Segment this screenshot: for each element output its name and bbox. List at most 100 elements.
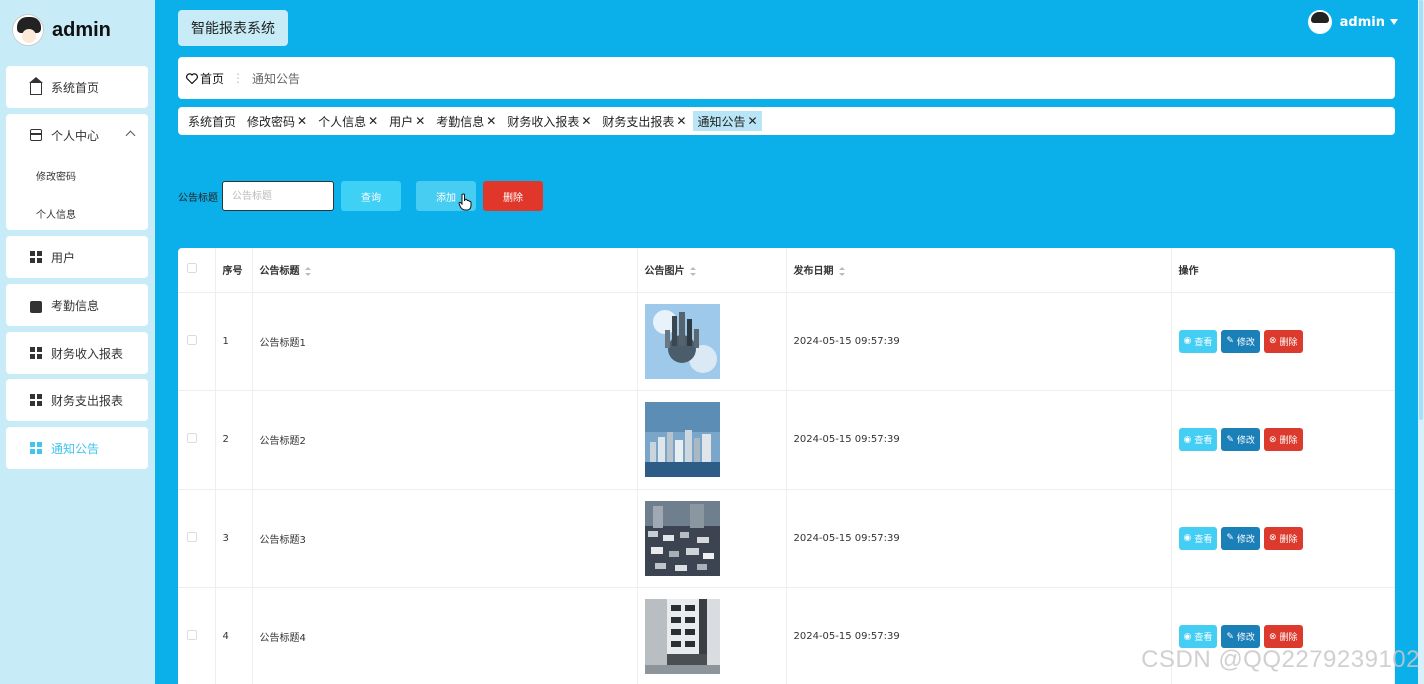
search-label: 公告标题 xyxy=(178,192,218,204)
col-date[interactable]: 发布日期 xyxy=(786,248,1172,293)
avatar xyxy=(1307,10,1332,34)
pencil-icon: ✎ xyxy=(1226,631,1234,642)
brand: admin xyxy=(12,12,111,48)
notice-image[interactable] xyxy=(644,402,720,478)
tag-change-password[interactable]: 修改密码 ✕ xyxy=(243,111,311,131)
delete-button[interactable]: ⊗ 删除 xyxy=(1263,428,1303,452)
view-button[interactable]: ◉ 查看 xyxy=(1178,625,1218,649)
row-date: 2024-05-15 09:57:39 xyxy=(786,390,1172,490)
search-bar: 公告标题 查询 添加 删除 xyxy=(178,181,543,211)
scrollbar-thumb[interactable] xyxy=(1419,0,1423,420)
row-title: 公告标题3 xyxy=(252,489,638,588)
sort-icon[interactable] xyxy=(838,266,845,276)
tag-income-report[interactable]: 财务收入报表 ✕ xyxy=(503,111,595,131)
tag-users[interactable]: 用户 ✕ xyxy=(385,111,429,131)
close-icon[interactable]: ✕ xyxy=(415,114,425,128)
page-scrollbar[interactable] xyxy=(1418,0,1424,684)
view-label: 查看 xyxy=(1194,337,1213,348)
tag-personal-info[interactable]: 个人信息 ✕ xyxy=(314,111,382,131)
row-checkbox[interactable] xyxy=(187,531,197,542)
select-all-checkbox[interactable] xyxy=(187,263,197,274)
row-checkbox[interactable] xyxy=(187,433,197,444)
edit-button[interactable]: ✎ 修改 xyxy=(1221,428,1260,452)
breadcrumb-separator: ⋮ xyxy=(232,71,245,85)
sidebar-item-personal-center[interactable]: 个人中心 xyxy=(6,114,148,156)
col-ops: 操作 xyxy=(1171,248,1395,293)
close-icon[interactable]: ✕ xyxy=(676,114,686,128)
row-no: 2 xyxy=(215,390,253,490)
eye-icon: ◉ xyxy=(1183,434,1192,445)
tag-label: 用户 xyxy=(389,114,414,129)
edit-button[interactable]: ✎ 修改 xyxy=(1221,329,1260,353)
tag-home[interactable]: 系统首页 xyxy=(184,111,240,131)
delete-label: 删除 xyxy=(1279,436,1298,447)
edit-label: 修改 xyxy=(1236,633,1255,644)
tag-expense-report[interactable]: 财务支出报表 ✕ xyxy=(598,111,690,131)
sidebar-item-attendance[interactable]: 考勤信息 xyxy=(6,284,148,326)
sidebar-subitem-personal-info[interactable]: 个人信息 xyxy=(6,194,148,232)
edit-button[interactable]: ✎ 修改 xyxy=(1221,526,1260,550)
delete-button[interactable]: ⊗ 删除 xyxy=(1263,526,1303,550)
eye-icon: ◉ xyxy=(1183,533,1192,544)
notice-image[interactable] xyxy=(644,599,720,675)
close-icon[interactable]: ✕ xyxy=(486,114,496,128)
chevron-up-icon xyxy=(125,130,136,141)
table-row: 2 公告标题2 2024-05-15 09:57:39 ◉ 查看 ✎ 修改 ⊗ 删除 xyxy=(178,390,1395,490)
batch-delete-button[interactable]: 删除 xyxy=(483,181,543,211)
col-title[interactable]: 公告标题 xyxy=(252,248,638,293)
sort-icon[interactable] xyxy=(304,266,311,276)
sidebar-item-label: 用户 xyxy=(51,250,76,265)
query-button[interactable]: 查询 xyxy=(341,181,401,211)
view-button[interactable]: ◉ 查看 xyxy=(1178,526,1218,550)
view-button[interactable]: ◉ 查看 xyxy=(1178,329,1218,353)
sidebar-group-personal: 个人中心 修改密码 个人信息 xyxy=(6,114,148,230)
close-icon[interactable]: ✕ xyxy=(748,114,758,128)
notice-table-card: 序号 公告标题 公告图片 发布日期 操作 1 公告标题1 2024-05-15 … xyxy=(178,248,1395,684)
title-search-input[interactable] xyxy=(222,181,334,211)
sidebar-item-label: 通知公告 xyxy=(51,441,100,456)
edit-button[interactable]: ✎ 修改 xyxy=(1221,625,1260,649)
row-date: 2024-05-15 09:57:39 xyxy=(786,489,1172,588)
sidebar-subitem-change-password[interactable]: 修改密码 xyxy=(6,156,148,194)
breadcrumb: 首页 ⋮ 通知公告 xyxy=(178,57,1395,99)
tag-notice[interactable]: 通知公告 ✕ xyxy=(693,111,762,131)
row-no: 1 xyxy=(215,292,253,391)
sidebar-item-notice[interactable]: 通知公告 xyxy=(6,427,148,469)
close-circle-icon: ⊗ xyxy=(1268,434,1277,445)
close-icon[interactable]: ✕ xyxy=(581,114,591,128)
col-title-label: 公告标题 xyxy=(259,266,300,278)
caret-down-icon xyxy=(1390,19,1398,25)
view-label: 查看 xyxy=(1194,436,1213,447)
delete-button[interactable]: ⊗ 删除 xyxy=(1263,625,1303,649)
tag-label: 修改密码 xyxy=(247,114,296,129)
sidebar-item-expense-report[interactable]: 财务支出报表 xyxy=(6,379,148,421)
breadcrumb-home[interactable]: 首页 xyxy=(186,70,224,87)
row-checkbox[interactable] xyxy=(187,334,197,345)
notice-image[interactable] xyxy=(644,303,720,379)
sidebar-item-users[interactable]: 用户 xyxy=(6,236,148,278)
col-image[interactable]: 公告图片 xyxy=(637,248,787,293)
view-button[interactable]: ◉ 查看 xyxy=(1178,428,1218,452)
hand-cursor-icon xyxy=(458,193,472,211)
close-icon[interactable]: ✕ xyxy=(368,114,378,128)
pencil-icon: ✎ xyxy=(1226,434,1234,445)
username: admin xyxy=(1339,14,1385,30)
watermark: CSDN @QQ2279239102 xyxy=(1141,646,1420,673)
sidebar-item-label: 系统首页 xyxy=(51,80,100,95)
close-icon[interactable]: ✕ xyxy=(297,114,307,128)
sidebar-item-income-report[interactable]: 财务收入报表 xyxy=(6,332,148,374)
sort-icon[interactable] xyxy=(689,266,696,276)
grid-icon xyxy=(30,394,42,406)
tag-label: 考勤信息 xyxy=(436,114,485,129)
system-title-button[interactable]: 智能报表系统 xyxy=(178,10,288,46)
notice-image[interactable] xyxy=(644,500,720,576)
sidebar-item-home[interactable]: 系统首页 xyxy=(6,66,148,108)
user-menu[interactable]: admin xyxy=(1307,10,1398,34)
home-icon xyxy=(29,77,43,95)
row-checkbox[interactable] xyxy=(187,630,197,641)
row-title: 公告标题1 xyxy=(252,292,638,391)
delete-button[interactable]: ⊗ 删除 xyxy=(1263,329,1303,353)
sidebar-item-label: 财务收入报表 xyxy=(51,346,124,361)
tag-label: 个人信息 xyxy=(318,114,367,129)
tag-attendance[interactable]: 考勤信息 ✕ xyxy=(432,111,500,131)
